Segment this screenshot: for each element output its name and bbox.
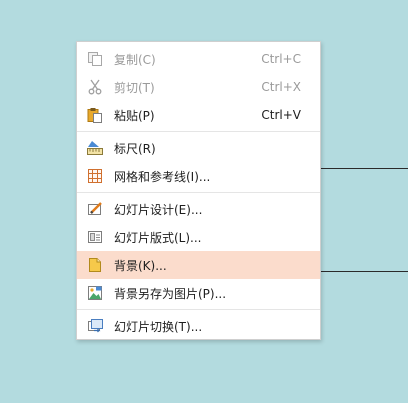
menu-item-label: 幻灯片版式(L)... — [114, 230, 202, 245]
menu-item-cut[interactable]: 剪切(T) Ctrl+X — [77, 73, 320, 101]
context-menu: 复制(C) Ctrl+C 剪切(T) Ctrl+X 粘贴(P) Ctrl+V 标… — [76, 41, 321, 340]
menu-item-copy[interactable]: 复制(C) Ctrl+C — [77, 45, 320, 73]
menu-item-label: 剪切(T) — [114, 80, 155, 95]
menu-item-background[interactable]: 背景(K)... — [77, 251, 320, 279]
menu-separator — [77, 192, 320, 193]
menu-item-shortcut: Ctrl+C — [261, 52, 301, 66]
menu-item-label: 幻灯片设计(E)... — [114, 202, 203, 217]
menu-item-slide-transition[interactable]: 幻灯片切换(T)... — [77, 312, 320, 340]
menu-item-label: 复制(C) — [114, 52, 156, 67]
slide-transition-icon — [86, 317, 104, 335]
menu-separator — [77, 131, 320, 132]
menu-item-label: 粘贴(P) — [114, 108, 155, 123]
cut-icon — [86, 78, 104, 96]
ruler-icon — [86, 139, 104, 157]
menu-item-slide-design[interactable]: 幻灯片设计(E)... — [77, 195, 320, 223]
menu-item-label: 幻灯片切换(T)... — [114, 319, 203, 334]
save-background-image-icon — [86, 284, 104, 302]
menu-item-shortcut: Ctrl+V — [261, 108, 301, 122]
background-icon — [86, 256, 104, 274]
menu-separator — [77, 309, 320, 310]
menu-item-slide-layout[interactable]: 幻灯片版式(L)... — [77, 223, 320, 251]
menu-item-grid-guides[interactable]: 网格和参考线(I)... — [77, 162, 320, 190]
menu-item-label: 背景(K)... — [114, 258, 167, 273]
menu-item-ruler[interactable]: 标尺(R) — [77, 134, 320, 162]
menu-item-paste[interactable]: 粘贴(P) Ctrl+V — [77, 101, 320, 129]
slide-line-top — [321, 168, 408, 169]
paste-icon — [86, 106, 104, 124]
menu-item-label: 网格和参考线(I)... — [114, 169, 211, 184]
menu-item-save-background-as-image[interactable]: 背景另存为图片(P)... — [77, 279, 320, 307]
grid-icon — [86, 167, 104, 185]
menu-item-label: 背景另存为图片(P)... — [114, 286, 227, 301]
menu-item-shortcut: Ctrl+X — [261, 80, 301, 94]
slide-layout-icon — [86, 228, 104, 246]
menu-item-label: 标尺(R) — [114, 141, 156, 156]
copy-icon — [86, 50, 104, 68]
slide-line-bottom — [321, 271, 408, 272]
slide-design-icon — [86, 200, 104, 218]
